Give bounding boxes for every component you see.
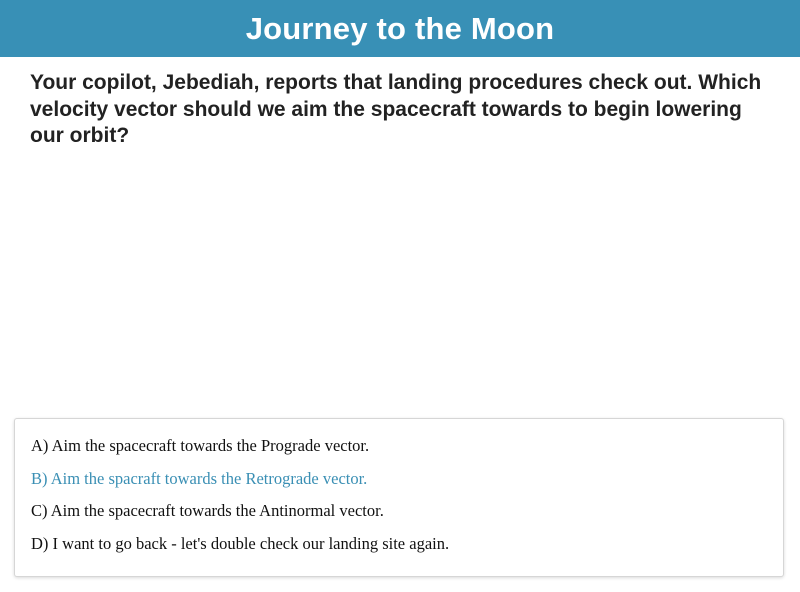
choice-a[interactable]: A) Aim the spacecraft towards the Progra…	[31, 435, 783, 468]
header-bar: Journey to the Moon	[0, 0, 800, 57]
choice-d[interactable]: D) I want to go back - let's double chec…	[31, 533, 783, 566]
quiz-page: Journey to the Moon Your copilot, Jebedi…	[0, 0, 800, 592]
choice-c[interactable]: C) Aim the spacecraft towards the Antino…	[31, 500, 783, 533]
page-title: Journey to the Moon	[245, 10, 555, 46]
choice-b[interactable]: B) Aim the spacraft towards the Retrogra…	[31, 468, 783, 501]
answer-choices-panel: A) Aim the spacecraft towards the Progra…	[14, 418, 784, 577]
question-text: Your copilot, Jebediah, reports that lan…	[30, 71, 762, 147]
